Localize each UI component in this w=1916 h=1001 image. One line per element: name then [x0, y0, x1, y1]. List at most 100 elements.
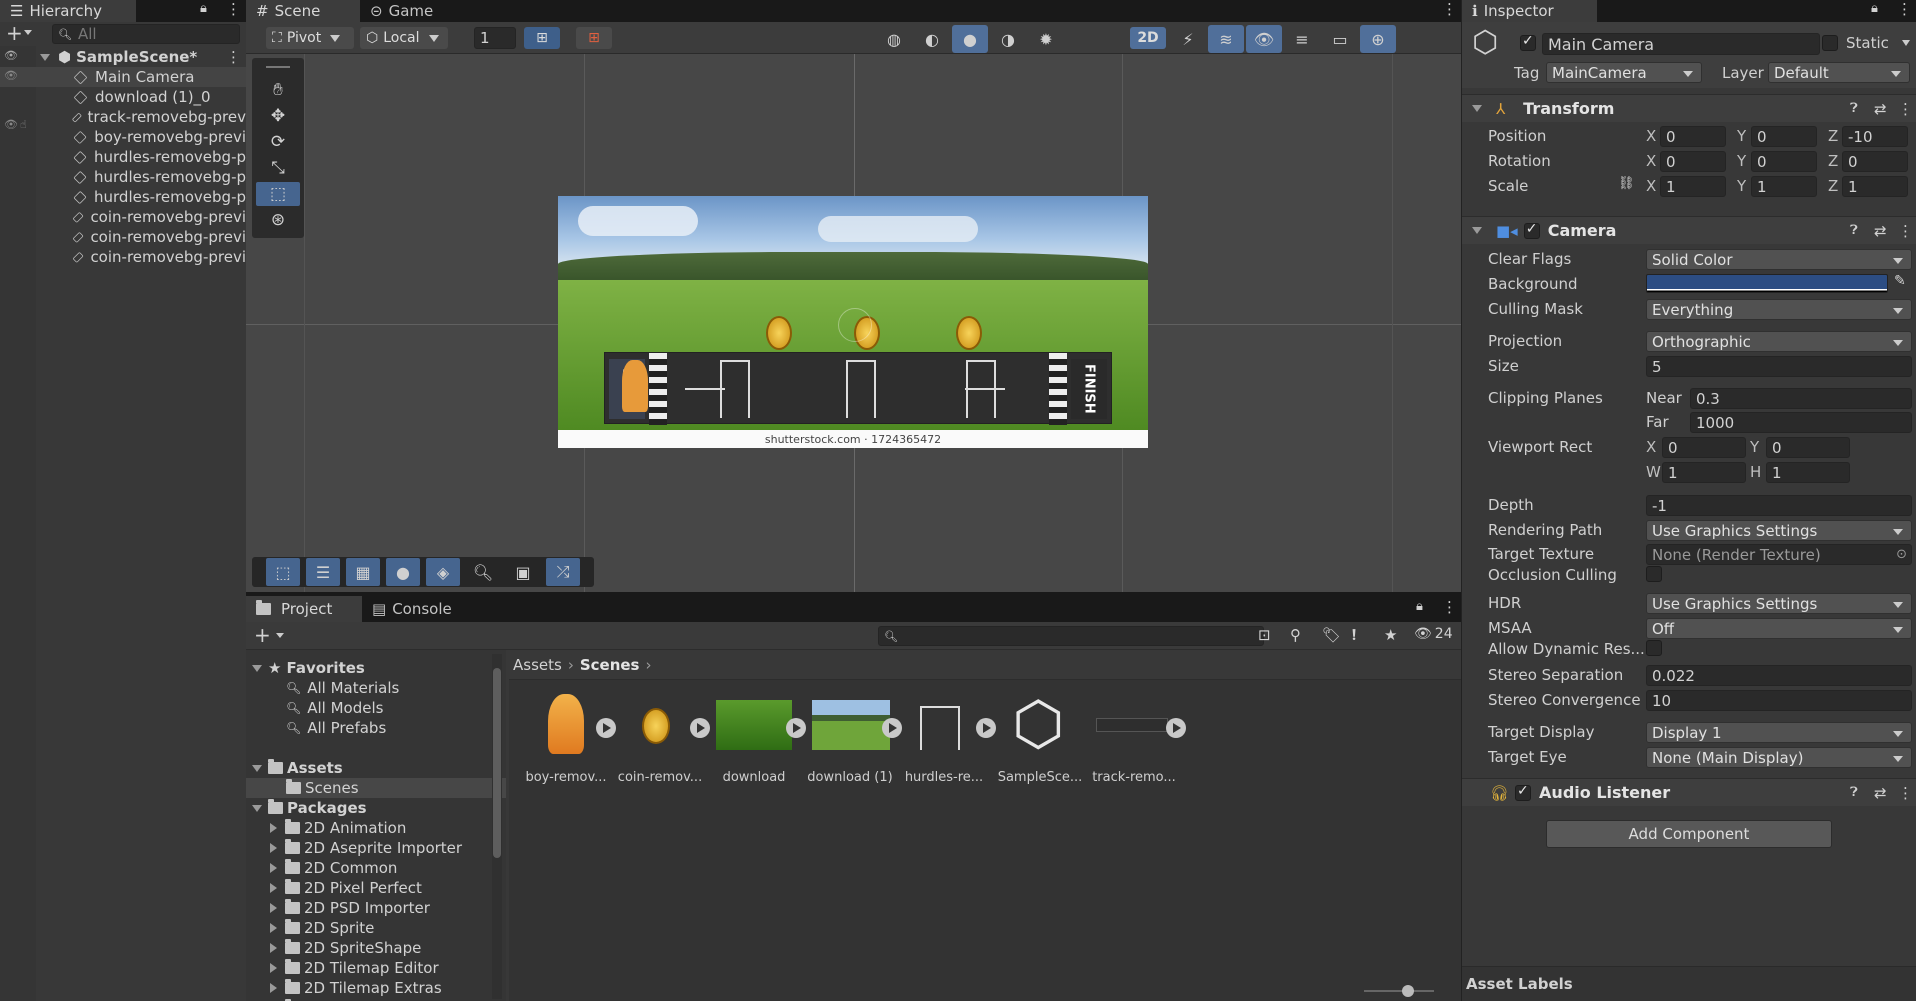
asset-thumb-download[interactable]: [716, 690, 792, 760]
transform-scale-y-input[interactable]: 1: [1751, 176, 1817, 197]
near-input[interactable]: 0.3: [1690, 388, 1912, 409]
tree-scrollbar[interactable]: [492, 654, 502, 999]
collapse-icon[interactable]: [1472, 227, 1482, 234]
hand-tool-icon[interactable]: ✋︎: [256, 78, 300, 102]
eye-icon[interactable]: 👁︎: [4, 49, 18, 62]
hierarchy-item[interactable]: download (1)_0: [0, 87, 246, 107]
increment-snap-toggle[interactable]: ⊞: [576, 27, 612, 49]
kebab-menu-icon[interactable]: ⋮: [1442, 0, 1457, 18]
projection-dropdown[interactable]: Orthographic: [1646, 331, 1912, 352]
favorite-item[interactable]: 🔍︎ All Prefabs: [246, 718, 506, 738]
asset-thumb-boy[interactable]: [536, 690, 596, 760]
asset-label[interactable]: coin-remov...: [614, 770, 706, 785]
coin-sprite[interactable]: [766, 316, 792, 350]
breadcrumb-scenes[interactable]: Scenes: [580, 656, 640, 674]
hidden-packages-toggle[interactable]: 👁︎ 24: [1414, 626, 1453, 642]
camera-settings-icon[interactable]: ▭: [1322, 25, 1358, 53]
add-icon[interactable]: +: [254, 623, 271, 647]
expand-icon[interactable]: [270, 983, 277, 993]
scene-root[interactable]: ⬢ SampleScene* ⋮: [0, 47, 246, 67]
hierarchy-search-input[interactable]: 🔍︎ All: [52, 24, 240, 44]
hurdle-sprite[interactable]: [966, 360, 996, 418]
scene-canvas[interactable]: ✋︎ ✥ ⟳ ⤡ ⬚ ⊛ shutterstock.com · 17243654…: [246, 54, 1461, 592]
target-eye-dropdown[interactable]: None (Main Display): [1646, 747, 1912, 768]
occlusion-culling-checkbox[interactable]: [1646, 566, 1662, 582]
local-dropdown[interactable]: ⬡ Local: [360, 27, 448, 49]
static-checkbox[interactable]: [1822, 35, 1838, 51]
expand-icon[interactable]: [270, 823, 277, 833]
stereo-convergence-input[interactable]: 10: [1646, 690, 1912, 711]
hurdle-sprite[interactable]: [846, 360, 876, 418]
package-item[interactable]: 2D Aseprite Importer: [246, 838, 506, 858]
zoom-slider[interactable]: [1364, 985, 1434, 997]
package-item[interactable]: 2D Tilemap Editor: [246, 958, 506, 978]
expand-sprite-icon[interactable]: [596, 718, 616, 738]
lock-icon[interactable]: 🔒︎: [1416, 599, 1423, 614]
active-checkbox[interactable]: [1520, 33, 1536, 51]
expand-icon[interactable]: [270, 963, 277, 973]
background-color-field[interactable]: [1646, 274, 1888, 293]
camera-enabled-checkbox[interactable]: [1523, 221, 1540, 239]
target-texture-field[interactable]: None (Render Texture) ⊙: [1646, 544, 1912, 565]
boy-sprite[interactable]: [622, 360, 648, 412]
add-icon[interactable]: +: [6, 22, 23, 45]
align-icon[interactable]: ☰: [306, 558, 340, 586]
rect-select-icon[interactable]: ⬚: [266, 558, 300, 586]
package-item[interactable]: 2D Common: [246, 858, 506, 878]
hdr-dropdown[interactable]: Use Graphics Settings: [1646, 593, 1912, 614]
asset-label[interactable]: download: [708, 770, 800, 785]
package-item[interactable]: 2D Pixel Perfect: [246, 878, 506, 898]
asset-label[interactable]: download (1): [804, 770, 896, 785]
tag-icon[interactable]: 🏷︎: [1322, 626, 1341, 644]
chevron-down-icon[interactable]: [1902, 40, 1910, 46]
rect-tool-icon[interactable]: ⬚: [256, 182, 300, 206]
far-input[interactable]: 1000: [1690, 412, 1912, 433]
zoom-slider-thumb[interactable]: [1402, 985, 1414, 997]
viewport-h-input[interactable]: 1: [1766, 462, 1850, 483]
tab-project[interactable]: Project: [246, 596, 362, 622]
assets-group[interactable]: Assets: [252, 758, 506, 778]
kebab-menu-icon[interactable]: ⋮: [226, 48, 241, 66]
package-item[interactable]: 2D Animation: [246, 818, 506, 838]
object-name-input[interactable]: Main Camera: [1542, 33, 1820, 55]
shaded-wireframe-icon[interactable]: ◐: [914, 25, 950, 53]
viewport-y-input[interactable]: 0: [1766, 437, 1850, 458]
constrain-proportions-icon[interactable]: ⛓︎: [1618, 176, 1635, 191]
transform-rotation-x-input[interactable]: 0: [1660, 151, 1726, 172]
asset-label[interactable]: track-remo...: [1088, 770, 1180, 785]
hierarchy-item[interactable]: track-removebg-prev: [0, 107, 246, 127]
target-display-dropdown[interactable]: Display 1: [1646, 722, 1912, 743]
culling-mask-dropdown[interactable]: Everything: [1646, 299, 1912, 320]
hierarchy-item[interactable]: hurdles-removebg-p: [0, 187, 246, 207]
camera-gizmo[interactable]: [838, 308, 872, 342]
hierarchy-item[interactable]: boy-removebg-previ: [0, 127, 246, 147]
expand-sprite-icon[interactable]: [976, 718, 996, 738]
viewport-x-input[interactable]: 0: [1662, 437, 1746, 458]
layers-icon[interactable]: ≡: [1284, 25, 1320, 53]
package-item[interactable]: 2D Tilemap Extras: [246, 978, 506, 998]
scale-tool-icon[interactable]: ⤡: [256, 156, 300, 180]
presets-icon[interactable]: ⇄: [1874, 222, 1887, 240]
pick-icon[interactable]: ☝︎: [20, 118, 27, 131]
lighting-toggle-icon[interactable]: ⚡: [1170, 25, 1206, 53]
asset-label[interactable]: boy-remov...: [520, 770, 612, 785]
kebab-menu-icon[interactable]: ⋮: [1898, 222, 1913, 240]
project-search-input[interactable]: 🔍︎: [878, 626, 1264, 646]
zoom-icon[interactable]: 🔍︎: [466, 558, 500, 586]
hierarchy-item[interactable]: Main Camera: [0, 67, 246, 87]
expand-icon[interactable]: [270, 883, 277, 893]
package-item[interactable]: 2D SpriteShape: [246, 938, 506, 958]
rotate-tool-icon[interactable]: ⟳: [256, 130, 300, 154]
eyedropper-icon[interactable]: ✎: [1894, 273, 1906, 289]
favorite-item[interactable]: 🔍︎ All Models: [246, 698, 506, 718]
dynamic-resolution-checkbox[interactable]: [1646, 640, 1662, 656]
scrollbar-thumb[interactable]: [493, 668, 501, 858]
coin-sprite[interactable]: [956, 316, 982, 350]
expand-sprite-icon[interactable]: [690, 718, 710, 738]
presets-icon[interactable]: ⇄: [1874, 784, 1887, 802]
tab-inspector[interactable]: ℹ Inspector: [1461, 0, 1597, 22]
tab-hierarchy[interactable]: ☰ Hierarchy: [0, 0, 136, 22]
favorites-group[interactable]: ★ Favorites: [252, 658, 506, 678]
hierarchy-item[interactable]: hurdles-removebg-p: [0, 147, 246, 167]
transform-rotation-z-input[interactable]: 0: [1842, 151, 1908, 172]
